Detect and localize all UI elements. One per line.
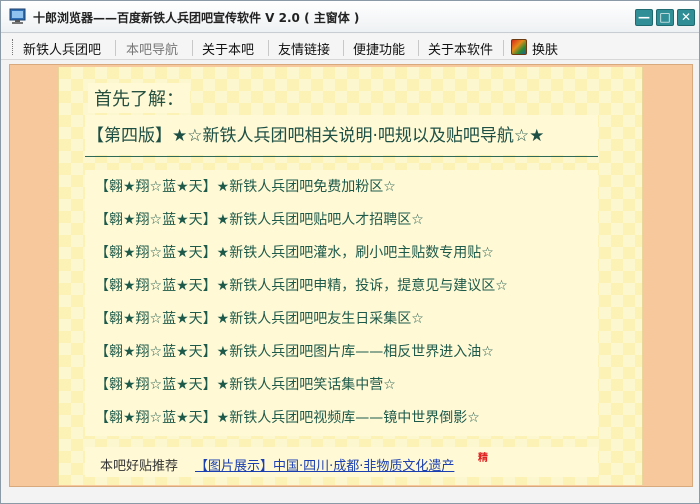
menu-separator (503, 40, 504, 56)
headline-box: 【第四版】★☆新铁人兵团吧相关说明·吧规以及贴吧导航☆★ (85, 115, 598, 155)
menu-bar: 新铁人兵团吧 本吧导航 关于本吧 友情链接 便捷功能 关于本软件 换肤 (1, 34, 699, 60)
list-item-link[interactable]: 【翱★翔☆蓝★天】★新铁人兵团吧视频库——镜中世界倒影☆ (95, 407, 480, 427)
menu-separator (115, 40, 116, 56)
link-list: 【翱★翔☆蓝★天】★新铁人兵团吧免费加粉区☆ 【翱★翔☆蓝★天】★新铁人兵团吧贴… (85, 170, 598, 436)
close-button[interactable]: ✕ (677, 9, 695, 26)
list-item-link[interactable]: 【翱★翔☆蓝★天】★新铁人兵团吧申精，投诉，提意见与建议区☆ (95, 275, 508, 295)
maximize-button[interactable]: □ (656, 9, 674, 26)
list-item-link[interactable]: 【翱★翔☆蓝★天】★新铁人兵团吧免费加粉区☆ (95, 176, 396, 196)
window-title: 十郎浏览器——百度新铁人兵团吧宣传软件 V 2.0 ( 主窗体 ) (33, 11, 360, 25)
recommend-bar: 本吧好贴推荐 【图片展示】中国·四川·成都·非物质文化遗产 精 (85, 447, 598, 477)
menu-item-new-tieren[interactable]: 新铁人兵团吧 (23, 39, 101, 58)
menu-item-quick-functions[interactable]: 便捷功能 (353, 39, 405, 58)
featured-badge: 精 (478, 453, 488, 464)
skin-icon[interactable] (511, 39, 527, 55)
menu-separator (418, 40, 419, 56)
menu-item-about-software[interactable]: 关于本软件 (428, 39, 493, 58)
list-item-link[interactable]: 【翱★翔☆蓝★天】★新铁人兵团吧灌水，刷小吧主贴数专用贴☆ (95, 242, 494, 262)
recommend-label: 本吧好贴推荐 (100, 459, 179, 474)
title-bar[interactable]: 十郎浏览器——百度新铁人兵团吧宣传软件 V 2.0 ( 主窗体 ) — □ ✕ (1, 1, 699, 33)
toolbar-grip[interactable] (12, 39, 15, 55)
headline-title[interactable]: 【第四版】★☆新铁人兵团吧相关说明·吧规以及贴吧导航☆★ (87, 121, 544, 146)
intro-heading: 首先了解： (88, 83, 190, 113)
minimize-button[interactable]: — (635, 9, 653, 26)
list-item-link[interactable]: 【翱★翔☆蓝★天】★新铁人兵团吧笑话集中营☆ (95, 374, 396, 394)
list-item-link[interactable]: 【翱★翔☆蓝★天】★新铁人兵团吧吧友生日采集区☆ (95, 308, 424, 328)
list-item-link[interactable]: 【翱★翔☆蓝★天】★新铁人兵团吧图片库——相反世界进入油☆ (95, 341, 494, 361)
divider (85, 156, 598, 157)
menu-separator (343, 40, 344, 56)
monitor-icon (9, 8, 26, 24)
menu-item-friend-links[interactable]: 友情链接 (278, 39, 330, 58)
menu-item-change-skin[interactable]: 换肤 (532, 39, 558, 58)
browser-content-area: 首先了解： 【第四版】★☆新铁人兵团吧相关说明·吧规以及贴吧导航☆★ 【翱★翔☆… (9, 64, 693, 487)
recommend-link[interactable]: 【图片展示】中国·四川·成都·非物质文化遗产 (195, 455, 454, 474)
menu-separator (268, 40, 269, 56)
content-panel: 首先了解： 【第四版】★☆新铁人兵团吧相关说明·吧规以及贴吧导航☆★ 【翱★翔☆… (58, 67, 643, 485)
list-item-link[interactable]: 【翱★翔☆蓝★天】★新铁人兵团吧贴吧人才招聘区☆ (95, 209, 424, 229)
menu-item-about-forum[interactable]: 关于本吧 (202, 39, 254, 58)
menu-separator (192, 40, 193, 56)
menu-item-navigation[interactable]: 本吧导航 (126, 39, 178, 58)
main-window: 十郎浏览器——百度新铁人兵团吧宣传软件 V 2.0 ( 主窗体 ) — □ ✕ … (0, 0, 700, 504)
